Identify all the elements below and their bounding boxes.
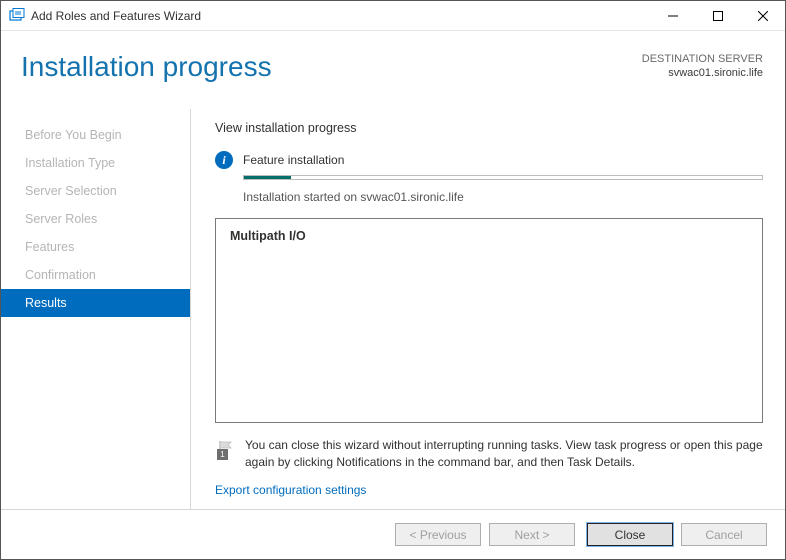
- details-item: Multipath I/O: [230, 229, 306, 243]
- destination-label: DESTINATION SERVER: [642, 53, 763, 65]
- sidebar-item-features: Features: [1, 233, 190, 261]
- wizard-content: View installation progress i Feature ins…: [191, 109, 785, 509]
- flag-icon: 1: [215, 439, 235, 459]
- wizard-sidebar: Before You BeginInstallation TypeServer …: [1, 109, 191, 509]
- sidebar-item-server-roles: Server Roles: [1, 205, 190, 233]
- note-text: You can close this wizard without interr…: [245, 437, 763, 471]
- content-heading: View installation progress: [215, 121, 763, 135]
- flag-badge: 1: [217, 449, 228, 460]
- status-subtitle: Installation started on svwac01.sironic.…: [243, 190, 763, 204]
- destination-server: svwac01.sironic.life: [668, 67, 763, 79]
- wizard-body: Before You BeginInstallation TypeServer …: [1, 109, 785, 509]
- wizard-window: Add Roles and Features Wizard Installati…: [0, 0, 786, 560]
- sidebar-item-installation-type: Installation Type: [1, 149, 190, 177]
- cancel-button: Cancel: [681, 523, 767, 546]
- previous-button: < Previous: [395, 523, 481, 546]
- sidebar-item-server-selection: Server Selection: [1, 177, 190, 205]
- progress-fill: [244, 176, 291, 179]
- title-bar: Add Roles and Features Wizard: [1, 1, 785, 31]
- info-icon: i: [215, 151, 233, 169]
- wizard-footer: < Previous Next > Close Cancel: [1, 509, 785, 559]
- sidebar-item-confirmation: Confirmation: [1, 261, 190, 289]
- next-button: Next >: [489, 523, 575, 546]
- sidebar-item-results[interactable]: Results: [1, 289, 190, 317]
- status-row: i Feature installation: [215, 151, 763, 169]
- details-box: Multipath I/O: [215, 218, 763, 423]
- maximize-button[interactable]: [695, 1, 740, 30]
- sidebar-item-before-you-begin: Before You Begin: [1, 121, 190, 149]
- status-title: Feature installation: [243, 153, 344, 167]
- note-row: 1 You can close this wizard without inte…: [215, 437, 763, 471]
- export-config-link[interactable]: Export configuration settings: [215, 483, 763, 497]
- app-icon: [9, 8, 25, 24]
- wizard-header: Installation progress DESTINATION SERVER…: [1, 31, 785, 109]
- page-title: Installation progress: [21, 51, 272, 83]
- window-title: Add Roles and Features Wizard: [31, 9, 650, 23]
- window-controls: [650, 1, 785, 30]
- close-button[interactable]: Close: [587, 523, 673, 546]
- close-window-button[interactable]: [740, 1, 785, 30]
- progress-bar: [243, 175, 763, 180]
- minimize-button[interactable]: [650, 1, 695, 30]
